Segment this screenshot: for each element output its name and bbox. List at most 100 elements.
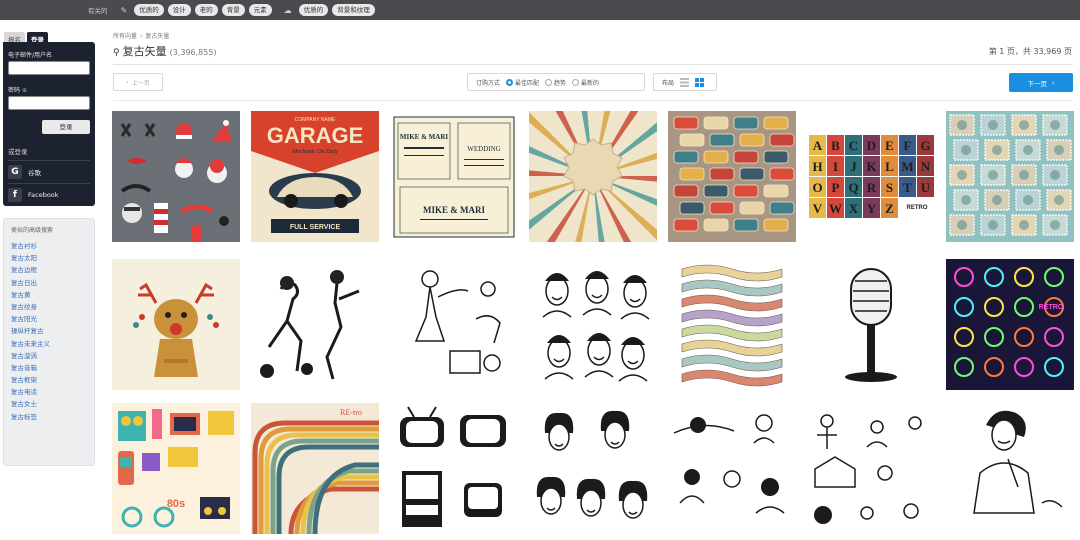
result-thumbnail-garage-poster[interactable]: COMPANY NAME GARAGE Mechanic On Duty FUL… bbox=[251, 111, 379, 242]
result-count: (3,396,855) bbox=[169, 48, 217, 57]
password-field[interactable] bbox=[8, 96, 90, 110]
svg-text:M: M bbox=[901, 159, 913, 174]
result-thumbnail-vintage-stamps[interactable] bbox=[946, 111, 1074, 242]
thumbnail-image bbox=[390, 403, 518, 534]
svg-text:H: H bbox=[812, 159, 822, 174]
similar-search-link[interactable]: 复古电话 bbox=[11, 386, 87, 398]
similar-search-link[interactable]: 复古太阳 bbox=[11, 252, 87, 264]
thumbnail-image bbox=[946, 403, 1074, 534]
result-thumbnail-eighties-objects[interactable]: 80s bbox=[112, 403, 240, 534]
facebook-login-button[interactable]: f Facebook bbox=[8, 188, 90, 202]
result-thumbnail-retro-tvs[interactable] bbox=[390, 403, 518, 534]
svg-text:F: F bbox=[904, 138, 912, 153]
tag-chip[interactable]: 优质的 bbox=[298, 4, 329, 16]
breadcrumb-separator: › bbox=[140, 33, 143, 40]
svg-text:T: T bbox=[903, 180, 912, 195]
tag-chip[interactable]: 背景和纹理 bbox=[332, 4, 375, 16]
photo-icon: ☁ bbox=[283, 5, 292, 15]
thumbnail-image bbox=[251, 259, 379, 390]
tag-chip[interactable]: 老的 bbox=[194, 4, 218, 16]
radio-icon bbox=[572, 78, 580, 86]
similar-search-link[interactable]: 复古边框 bbox=[11, 264, 87, 276]
result-thumbnail-wedding-invitation[interactable]: MIKE & MARI WEDDING MIKE & MARI bbox=[390, 111, 518, 242]
thumbnail-image: RE-tro bbox=[251, 403, 379, 534]
result-thumbnail-neon-icons[interactable]: RETRO bbox=[946, 259, 1074, 390]
similar-search-link[interactable]: 复古框架 bbox=[11, 374, 87, 386]
google-login-button[interactable]: G 谷歌 bbox=[8, 165, 90, 179]
thumbnail-image bbox=[529, 111, 657, 242]
similar-search-link[interactable]: 复古标签 bbox=[11, 411, 87, 423]
sort-option-newest[interactable]: 最新的 bbox=[572, 78, 599, 87]
similar-search-link[interactable]: 复古女士 bbox=[11, 398, 87, 410]
page-title: ⚲ 复古矢量 (3,396,855) bbox=[113, 43, 217, 59]
thumbnail-image bbox=[668, 403, 796, 534]
password-label: 密码 ⊕ bbox=[8, 87, 27, 94]
layout-label: 布局 bbox=[662, 79, 675, 87]
alphabet-retro-text: RETRO bbox=[907, 205, 928, 211]
poster-tagline-text: Mechanic On Duty bbox=[291, 149, 338, 155]
svg-text:G: G bbox=[920, 138, 930, 153]
similar-search-link[interactable]: 复古纹身 bbox=[11, 301, 87, 313]
result-thumbnail-microphone[interactable] bbox=[807, 259, 935, 390]
result-thumbnail-reindeer[interactable] bbox=[112, 259, 240, 390]
thumbnail-image bbox=[112, 111, 240, 242]
result-thumbnail-retro-people-scenes[interactable] bbox=[807, 403, 935, 534]
similar-search-link[interactable]: 复古阳光 bbox=[11, 313, 87, 325]
radio-icon bbox=[545, 78, 553, 86]
result-thumbnail-sunburst-frame[interactable] bbox=[529, 111, 657, 242]
result-thumbnail-pinup-woman[interactable] bbox=[946, 403, 1074, 534]
result-thumbnail-bowling-couple[interactable] bbox=[251, 259, 379, 390]
vector-icon: ✎ bbox=[120, 5, 128, 15]
similar-search-link[interactable]: 复古漩涡 bbox=[11, 350, 87, 362]
similar-search-link[interactable]: 复古未来主义 bbox=[11, 338, 87, 350]
result-thumbnail-retro-women-faces[interactable] bbox=[529, 403, 657, 534]
similar-search-link[interactable]: 复古衬衫 bbox=[11, 240, 87, 252]
google-label: 谷歌 bbox=[28, 169, 41, 177]
similar-search-link[interactable]: 复古日出 bbox=[11, 277, 87, 289]
login-button[interactable]: 登录 bbox=[42, 120, 90, 134]
svg-text:J: J bbox=[850, 159, 857, 174]
info-icon: ⊕ bbox=[21, 87, 27, 94]
thumbnail-image bbox=[529, 259, 657, 390]
similar-search-link[interactable]: 操纵杆复古 bbox=[11, 325, 87, 337]
stripes-title-text: RE-tro bbox=[340, 408, 362, 417]
grid-layout-icon[interactable] bbox=[695, 77, 705, 87]
tag-chip[interactable]: 设计 bbox=[167, 4, 191, 16]
svg-text:X: X bbox=[849, 201, 859, 216]
email-field[interactable] bbox=[8, 61, 90, 75]
radio-selected-icon bbox=[506, 78, 514, 86]
result-thumbnail-sleeping-women[interactable] bbox=[668, 403, 796, 534]
result-thumbnail-santa-props[interactable] bbox=[112, 111, 240, 242]
result-thumbnail-ribbon-banners[interactable] bbox=[668, 259, 796, 390]
tag-chip[interactable]: 背景 bbox=[221, 4, 245, 16]
list-layout-icon[interactable] bbox=[680, 77, 690, 87]
svg-text:B: B bbox=[831, 138, 840, 153]
similar-search-link[interactable]: 复古音箱 bbox=[11, 362, 87, 374]
next-page-label: 下一页 bbox=[1027, 79, 1047, 88]
poster-title-text: GARAGE bbox=[267, 123, 364, 148]
next-page-button[interactable]: 下一页 › bbox=[1009, 73, 1073, 92]
prev-page-label: 上一页 bbox=[131, 79, 150, 87]
tag-chip[interactable]: 元素 bbox=[248, 4, 272, 16]
divider bbox=[113, 100, 1073, 101]
sort-option-best[interactable]: 最佳匹配 bbox=[506, 78, 539, 87]
svg-text:U: U bbox=[921, 180, 931, 195]
breadcrumb-all-vectors[interactable]: 所有向量 bbox=[113, 33, 137, 40]
search-icon: ⚲ bbox=[113, 48, 120, 58]
breadcrumb-current[interactable]: 复古矢量 bbox=[145, 33, 169, 40]
thumbnail-image: COMPANY NAME GARAGE Mechanic On Duty FUL… bbox=[251, 111, 379, 242]
similar-search-link[interactable]: 复古黄 bbox=[11, 289, 87, 301]
sort-option-trending[interactable]: 趋势 bbox=[545, 78, 566, 87]
sort-label: 订购方式 bbox=[476, 79, 501, 87]
prev-page-button[interactable]: ‹ 上一页 bbox=[113, 73, 163, 91]
result-thumbnail-retro-labels[interactable] bbox=[668, 111, 796, 242]
result-thumbnail-retro-alphabet[interactable]: A B C D E F G H I J K L M N O P Q R S T U V W X Y Z RETRO bbox=[807, 111, 935, 242]
neon-retro-text: RETRO bbox=[1039, 304, 1064, 311]
result-thumbnail-retro-men-faces[interactable] bbox=[529, 259, 657, 390]
facebook-label: Facebook bbox=[28, 191, 59, 199]
svg-text:L: L bbox=[885, 159, 894, 174]
tag-chip[interactable]: 优质的 bbox=[134, 4, 164, 16]
invitation-heading: WEDDING bbox=[467, 145, 500, 153]
result-thumbnail-waitress-scene[interactable] bbox=[390, 259, 518, 390]
result-thumbnail-retro-stripes[interactable]: RE-tro bbox=[251, 403, 379, 534]
